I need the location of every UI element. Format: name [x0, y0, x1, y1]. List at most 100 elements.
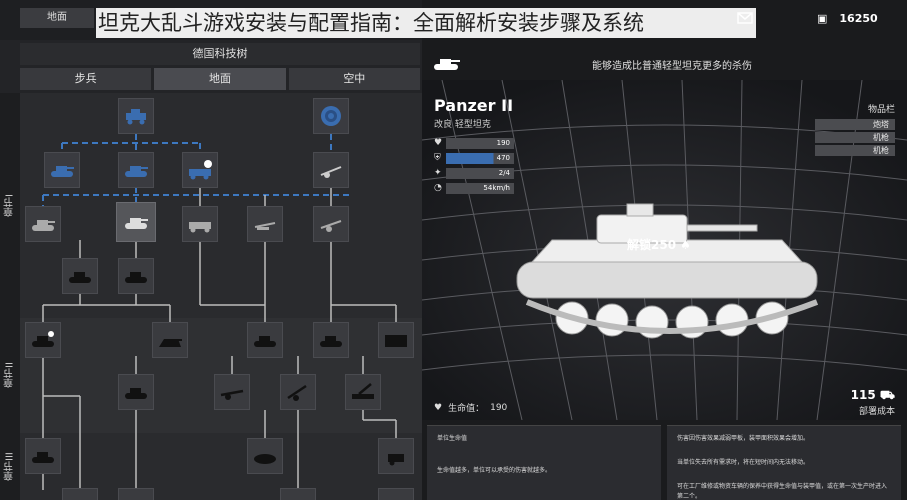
deploy-cost-value: 115 ⛟	[850, 388, 895, 402]
tech-node-artillery[interactable]	[313, 206, 349, 242]
unit-caption: 能够造成比普通轻型坦克更多的杀伤	[592, 60, 752, 72]
tank-silhouette-icon	[69, 272, 91, 283]
tank-icon	[32, 220, 55, 231]
unit-class: 改良 轻型坦克	[434, 120, 491, 130]
tank-silhouette-icon	[382, 495, 410, 500]
tech-node-tank-h3[interactable]	[280, 488, 316, 500]
overlay-headline: 坦克大乱斗游戏安装与配置指南：全面解析安装步骤及系统	[96, 8, 756, 38]
tank-silhouette-icon	[32, 452, 54, 463]
hp-value: 190	[490, 402, 508, 413]
unlock-button[interactable]: 解锁250 ♠	[627, 236, 691, 253]
crew-value: 2/4	[446, 167, 514, 179]
blue-halftrack-icon	[189, 160, 212, 180]
tech-node-tank-e1[interactable]	[25, 322, 61, 358]
tech-node-spg-f4[interactable]	[345, 374, 381, 410]
health-value: 190	[446, 137, 514, 149]
money-value: 16250	[839, 11, 878, 25]
tech-node-tank-c1[interactable]	[25, 206, 61, 242]
artillery-icon	[320, 220, 342, 232]
tech-node-tank-e3[interactable]	[247, 322, 283, 358]
money-counter: ▣ 16250	[817, 8, 878, 28]
self-propelled-gun-icon	[352, 383, 374, 399]
tech-node-tank-h2[interactable]	[118, 488, 154, 500]
tech-node-tank-f1[interactable]	[118, 374, 154, 410]
tech-node-aa-gun[interactable]	[247, 206, 283, 242]
blue-light-tank-icon	[125, 166, 148, 177]
info-right-line-1: 伤害因伤害效果减弱甲板，装甲面积效果会增加。	[677, 435, 810, 442]
tech-node-field-gun[interactable]	[313, 152, 349, 188]
info-card-details: 伤害因伤害效果减弱甲板，装甲面积效果会增加。 当单位失去所有需求时，将在短时间内…	[667, 425, 901, 500]
tech-tree-connections	[42, 134, 397, 500]
armor-value: 470	[446, 152, 514, 164]
tech-node-halftrack[interactable]	[182, 152, 218, 188]
stat-speed: ◔ 54km/h	[434, 181, 544, 195]
field-gun-icon	[320, 166, 342, 178]
blue-light-tank-icon	[51, 166, 74, 177]
hp-label: 生命值：	[448, 404, 485, 414]
stat-crew: ✦ 2/4	[434, 166, 544, 180]
tech-node-tank-d1[interactable]	[62, 258, 98, 294]
inventory-header: 物品栏	[867, 105, 895, 115]
tech-node-tank-g1[interactable]	[25, 438, 61, 474]
info-left-text: 生命值越多，单位可以承受的伤害就越多。	[437, 467, 552, 474]
speedometer-icon: ◔	[434, 183, 442, 193]
hp-summary: ♥ 生命值： 190	[434, 401, 508, 415]
tech-node-truck[interactable]	[182, 206, 218, 242]
tech-tree-panel: 地面 德国科技树 步兵 地面 空中 章节I 章节II 章节III	[0, 0, 422, 500]
inventory-item-mg-2[interactable]: 机枪	[815, 145, 895, 156]
inventory-list: 物品栏 炮塔 机枪 机枪	[815, 102, 895, 158]
unit-caption-row: 能够造成比普通轻型坦克更多的杀伤	[432, 53, 902, 75]
heart-icon: ♥	[434, 138, 443, 148]
tank-silhouette-icon	[125, 272, 147, 283]
info-right-line-2: 当单位失去所有需求时，将在短时间内无法移动。	[677, 459, 810, 466]
stat-armor: ⛨ 470	[434, 151, 544, 165]
tech-node-heavy-e5[interactable]	[378, 322, 414, 358]
tech-node-tank-g2[interactable]	[247, 438, 283, 474]
anti-tank-gun-icon	[220, 389, 244, 400]
howitzer-icon	[287, 384, 307, 401]
tech-node-tank-h1[interactable]	[62, 488, 98, 500]
tech-node-light-tank-a[interactable]	[44, 152, 80, 188]
mortar-icon	[388, 454, 404, 466]
panzer-ii-icon	[125, 218, 148, 229]
tech-node-tank-e4[interactable]	[313, 322, 349, 358]
deploy-cost: 115 ⛟ 部署成本	[851, 388, 895, 417]
tech-node-gun-f3[interactable]	[280, 374, 316, 410]
truck-icon	[189, 222, 211, 233]
tech-node-tank-d2[interactable]	[118, 258, 154, 294]
inventory-item-turret[interactable]: 炮塔	[815, 119, 895, 130]
tech-node-tank-e2[interactable]	[152, 322, 188, 358]
tech-node-light-tank-b[interactable]	[118, 152, 154, 188]
info-right-line-3: 可在工厂维修或物资车辆的保养中获得生命值与装甲值，或在第一次生产时进入第二个。	[677, 483, 888, 500]
shield-icon: ⛨	[434, 153, 441, 163]
unlock-label: 解锁250	[627, 238, 677, 252]
blue-armored-car-icon	[126, 109, 146, 125]
speed-value: 54km/h	[446, 182, 514, 194]
tech-node-gun-g3[interactable]	[378, 438, 414, 474]
tank-silhouette-icon	[254, 454, 276, 464]
aa-gun-icon	[254, 222, 276, 230]
info-card-health: 单位生命值 生命值越多，单位可以承受的伤害就越多。	[427, 425, 661, 500]
heart-icon: ♥	[434, 402, 443, 413]
money-icon: ▣	[817, 11, 828, 25]
deploy-cost-label: 部署成本	[858, 407, 895, 417]
tank-silhouette-icon	[32, 331, 54, 347]
tech-node-panzer-ii-selected[interactable]	[116, 202, 156, 242]
blue-emblem-icon	[321, 106, 341, 126]
tank-silhouette-icon	[66, 495, 94, 500]
stat-health: ♥ 190	[434, 136, 544, 150]
tank-silhouette-icon	[254, 336, 276, 347]
tank-silhouette-icon	[284, 495, 312, 500]
tank-destroyer-icon	[159, 339, 182, 347]
inventory-item-mg-1[interactable]: 机枪	[815, 132, 895, 143]
seat-icon: ✦	[434, 168, 442, 178]
tech-node-tank-h4[interactable]	[378, 488, 414, 500]
unit-detail-panel: ▣ 16250 能够造成比普通轻型坦克更多的杀伤 Panzer II 改良 轻型…	[422, 0, 907, 500]
tech-node-scout-car[interactable]	[118, 98, 154, 134]
tech-node-gun-f2[interactable]	[214, 374, 250, 410]
tank-silhouette-icon	[122, 495, 150, 500]
info-left-title: 单位生命值	[437, 435, 468, 442]
resource-icon: ♠	[680, 237, 691, 252]
tech-node-emblem[interactable]	[313, 98, 349, 134]
unit-name: Panzer II	[434, 96, 514, 115]
